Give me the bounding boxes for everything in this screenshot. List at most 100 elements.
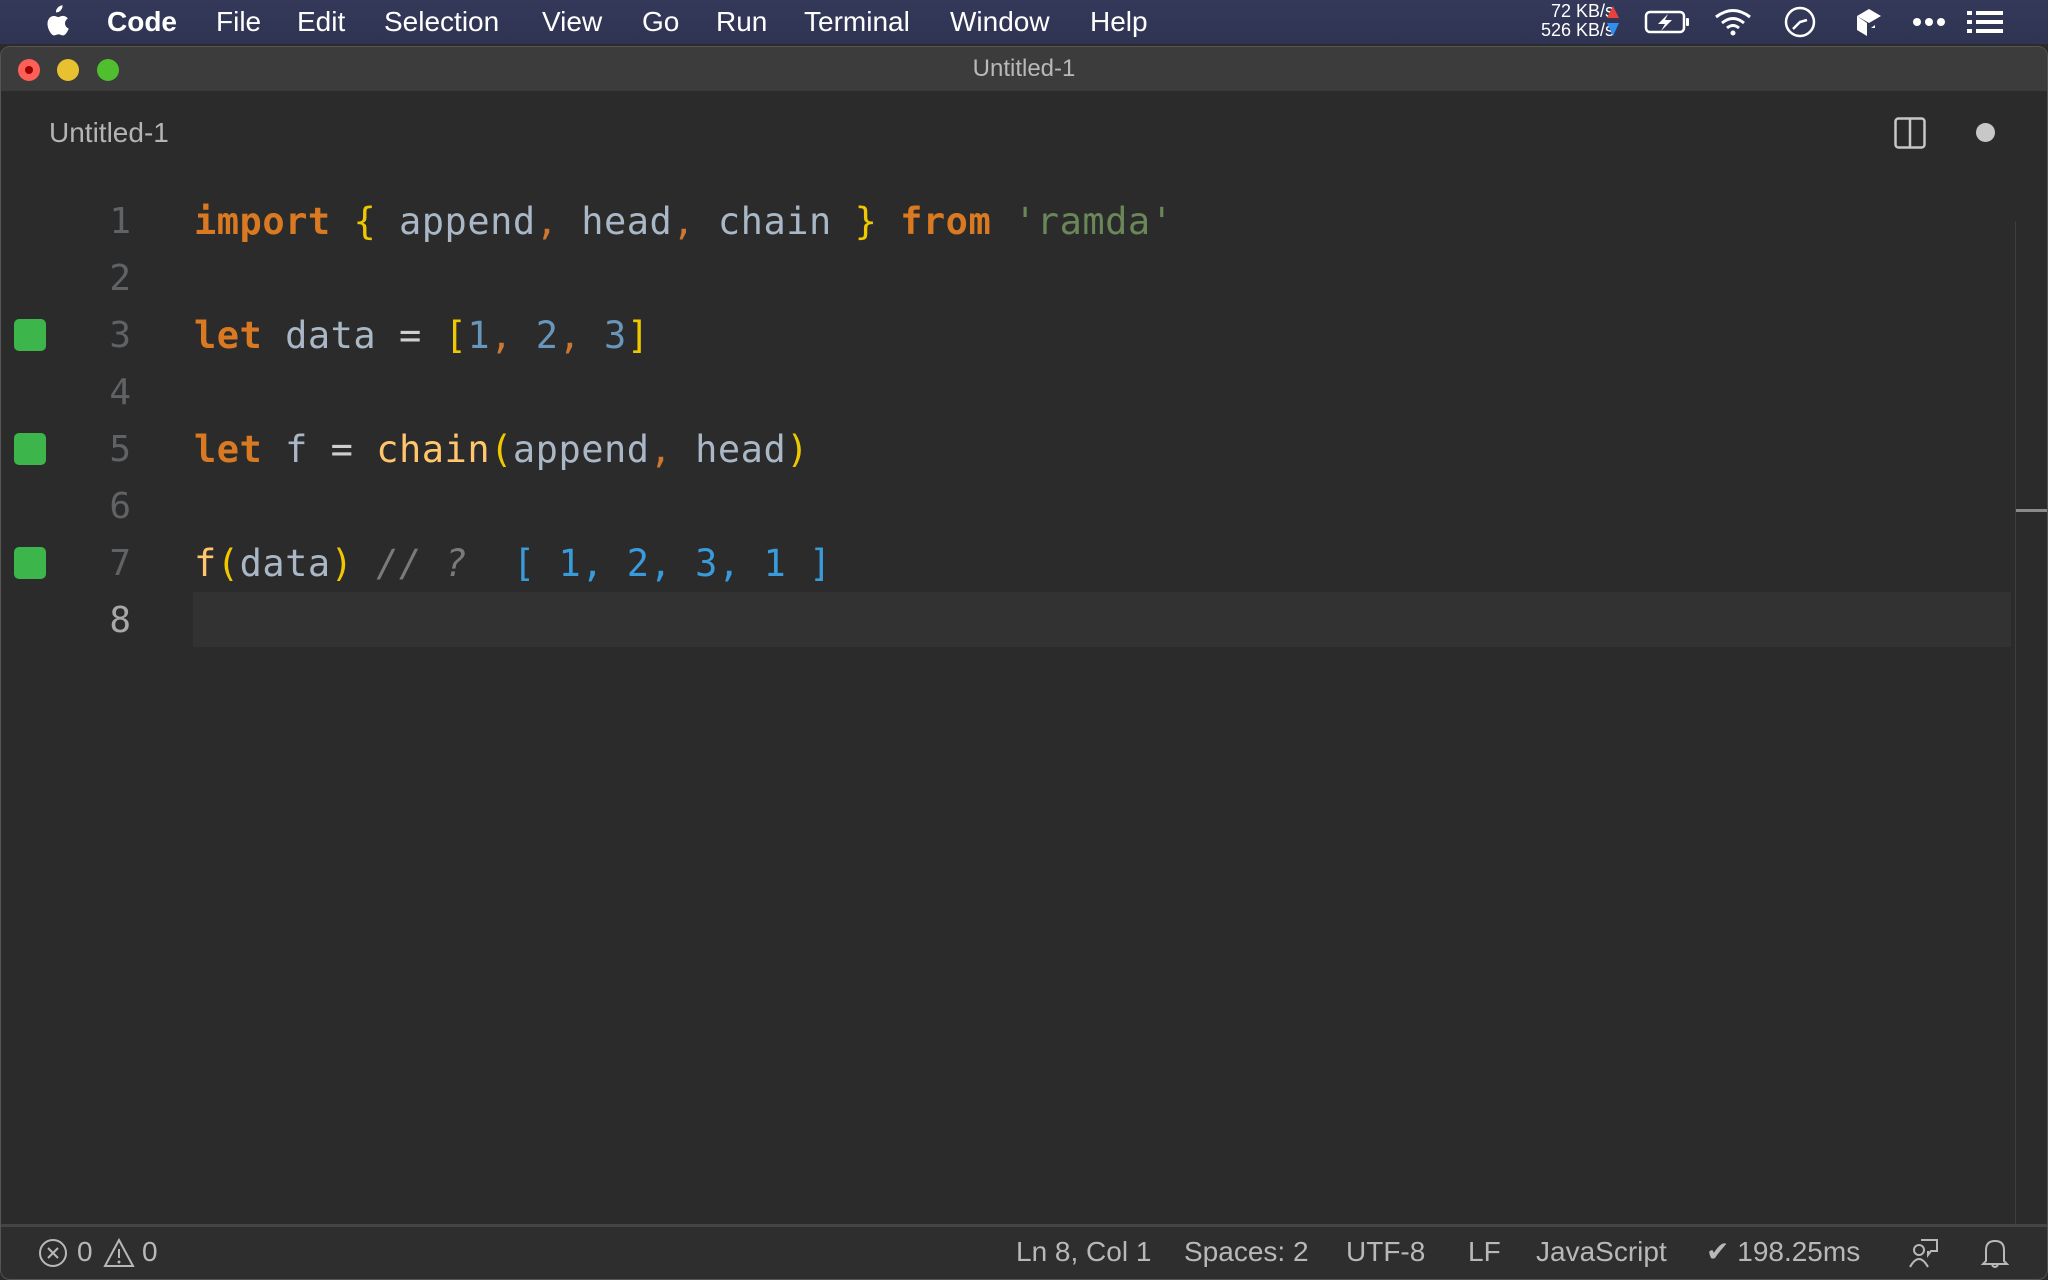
cursor-position[interactable]: Ln 8, Col 1 <box>1016 1227 1151 1277</box>
menu-app-code[interactable]: Code <box>107 6 177 38</box>
brace: { <box>353 200 377 243</box>
wifi-icon[interactable] <box>1713 8 1753 36</box>
menu-selection[interactable]: Selection <box>384 6 499 38</box>
comma: , <box>558 314 582 357</box>
code-line-current: 8 <box>1 592 2011 649</box>
coverage-marker-icon <box>14 319 46 351</box>
brace: } <box>854 200 878 243</box>
identifier: data <box>285 314 377 357</box>
line-number: 5 <box>109 429 131 470</box>
inline-result: [ 1, 2, 3, 1 ] <box>512 542 832 585</box>
menu-help[interactable]: Help <box>1090 6 1148 38</box>
code-line: 7 f(data) // ? [ 1, 2, 3, 1 ] <box>1 535 2011 592</box>
line-content[interactable]: let data = [1, 2, 3] <box>194 307 650 364</box>
comma: , <box>672 200 696 243</box>
list-icon[interactable] <box>1967 10 2003 34</box>
menu-view[interactable]: View <box>542 6 602 38</box>
network-arrows-icon <box>1607 6 1619 36</box>
code-line: 2 <box>1 250 2011 307</box>
editor-tab-bar: Untitled-1 <box>1 91 2047 179</box>
paren: ) <box>330 542 354 585</box>
code-editor[interactable]: 1 import { append, head, chain } from 'r… <box>1 179 2047 1269</box>
function-name: f <box>194 542 217 585</box>
menu-file[interactable]: File <box>216 6 261 38</box>
identifier: head <box>581 200 673 243</box>
function-name: chain <box>376 428 491 471</box>
window-title: Untitled-1 <box>972 55 1076 82</box>
coverage-marker-icon <box>14 547 46 579</box>
network-monitor[interactable]: 72 KB/s 526 KB/s <box>1514 2 1614 40</box>
operator: = <box>399 314 422 357</box>
paren: ( <box>490 428 513 471</box>
split-editor-icon[interactable] <box>1894 117 1926 149</box>
number: 2 <box>535 314 559 357</box>
title-bar[interactable]: Untitled-1 <box>1 47 2047 91</box>
identifier: append <box>512 428 650 471</box>
apple-icon[interactable] <box>40 4 70 40</box>
comment: // ? <box>376 542 468 585</box>
number: 3 <box>604 314 627 357</box>
error-count[interactable]: 0 <box>77 1227 93 1277</box>
macos-menu-bar: Code File Edit Selection View Go Run Ter… <box>0 0 2048 44</box>
download-rate: 526 KB/s <box>1540 20 1614 40</box>
scrollbar-cursor-marker <box>2016 509 2047 512</box>
battery-charging-icon[interactable] <box>1644 10 1692 34</box>
keyword: let <box>194 314 263 357</box>
menu-edit[interactable]: Edit <box>297 6 345 38</box>
status-bar: 0 0 Ln 8, Col 1 Spaces: 2 UTF-8 LF JavaS… <box>1 1224 2047 1279</box>
notifications-bell-icon[interactable] <box>1981 1237 2009 1269</box>
code-line: 1 import { append, head, chain } from 'r… <box>1 193 2011 250</box>
warning-icon[interactable] <box>103 1238 135 1268</box>
code-line: 6 <box>1 478 2011 535</box>
vscode-window: Untitled-1 Untitled-1 1 import { append,… <box>0 46 2048 1280</box>
identifier: chain <box>717 200 832 243</box>
identifier: append <box>399 200 536 243</box>
more-icon[interactable] <box>1912 16 1946 28</box>
quokka-timing[interactable]: ✔ 198.25ms <box>1706 1227 1860 1277</box>
comma: , <box>649 428 673 471</box>
encoding[interactable]: UTF-8 <box>1346 1227 1425 1277</box>
number: 1 <box>467 314 491 357</box>
line-number: 8 <box>109 600 131 641</box>
end-of-line[interactable]: LF <box>1468 1227 1501 1277</box>
current-line-highlight <box>193 592 2011 647</box>
paren: ( <box>216 542 240 585</box>
vertical-scrollbar[interactable] <box>2015 221 2047 1269</box>
line-content[interactable]: f(data) // ? [ 1, 2, 3, 1 ] <box>194 535 832 592</box>
identifier: data <box>239 542 331 585</box>
identifier: f <box>285 428 308 471</box>
indentation[interactable]: Spaces: 2 <box>1184 1227 1309 1277</box>
identifier: head <box>695 428 787 471</box>
menu-terminal[interactable]: Terminal <box>804 6 910 38</box>
comma: , <box>535 200 559 243</box>
app-tray-icon[interactable] <box>1855 6 1883 38</box>
comma: , <box>490 314 513 357</box>
unsaved-dot-icon[interactable] <box>1976 123 1995 142</box>
paren: ) <box>786 428 810 471</box>
code-line: 5 let f = chain(append, head) <box>1 421 2011 478</box>
error-icon[interactable] <box>38 1238 68 1268</box>
keyword: from <box>900 200 992 243</box>
line-content[interactable]: import { append, head, chain } from 'ram… <box>194 193 1173 250</box>
keyword: let <box>194 428 263 471</box>
operator: = <box>330 428 354 471</box>
string-literal: 'ramda' <box>1014 200 1174 243</box>
code-line: 4 <box>1 364 2011 421</box>
upload-rate: 72 KB/s <box>1550 1 1614 21</box>
menu-go[interactable]: Go <box>642 6 679 38</box>
code-line: 3 let data = [1, 2, 3] <box>1 307 2011 364</box>
bracket: [ <box>444 314 468 357</box>
line-content[interactable]: let f = chain(append, head) <box>194 421 809 478</box>
line-number: 2 <box>109 258 131 299</box>
keyword: import <box>194 200 331 243</box>
line-number: 1 <box>109 201 131 242</box>
feedback-icon[interactable] <box>1907 1237 1939 1269</box>
warning-count[interactable]: 0 <box>142 1227 158 1277</box>
menu-run[interactable]: Run <box>716 6 767 38</box>
clock-icon[interactable] <box>1784 6 1816 38</box>
menu-window[interactable]: Window <box>950 6 1050 38</box>
tab-untitled-1[interactable]: Untitled-1 <box>49 117 169 149</box>
line-number: 3 <box>109 315 131 356</box>
coverage-marker-icon <box>14 433 46 465</box>
language-mode[interactable]: JavaScript <box>1536 1227 1667 1277</box>
